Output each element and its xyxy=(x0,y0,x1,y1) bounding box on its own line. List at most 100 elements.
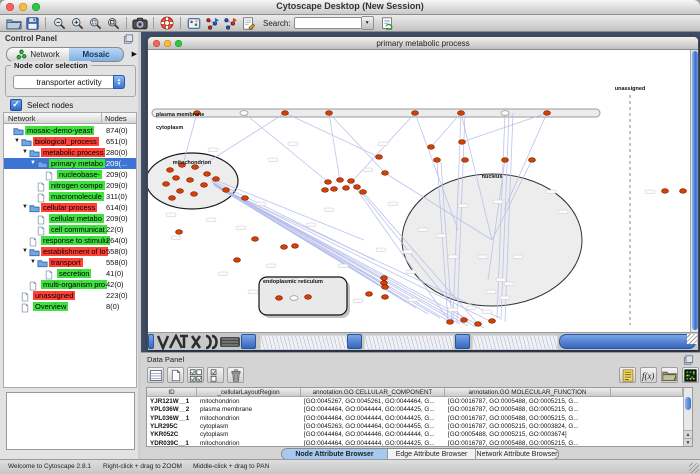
table-cell[interactable]: mitochondrion xyxy=(197,415,301,423)
window-resize-grip[interactable] xyxy=(687,334,697,344)
network-node[interactable] xyxy=(252,237,259,242)
network-node[interactable] xyxy=(376,155,383,160)
network-node[interactable] xyxy=(489,319,496,324)
float-panel-icon[interactable] xyxy=(683,355,694,365)
column-header[interactable]: ID xyxy=(147,388,197,397)
network-node[interactable] xyxy=(343,186,350,191)
tab-network-attribute-browser[interactable]: Network Attribute Browser xyxy=(476,449,558,459)
network-node[interactable] xyxy=(337,178,344,183)
network-node[interactable] xyxy=(322,188,329,193)
tree-col-nodes[interactable]: Nodes xyxy=(105,114,127,123)
attribute-table-button[interactable] xyxy=(147,367,164,383)
network-bottom-scroll-area[interactable] xyxy=(148,332,698,350)
network-node[interactable] xyxy=(428,145,435,150)
tree-row-multi-organism-pro[interactable]: multi-organism pro42(0) xyxy=(4,279,136,290)
network-node[interactable] xyxy=(169,196,176,201)
tree-row-nitrogen-compo[interactable]: nitrogen compo209(0) xyxy=(4,180,136,191)
zoom-in-button[interactable] xyxy=(68,16,86,31)
birdseye-view[interactable] xyxy=(6,392,135,450)
table-cell[interactable]: [GO:0044464, GO:0044446, GO:0044444, G..… xyxy=(301,431,445,439)
hscroll-bar[interactable] xyxy=(559,334,696,349)
expand-arrow-icon[interactable]: ▼ xyxy=(30,160,36,167)
network-node[interactable] xyxy=(326,111,333,116)
search-advanced-button[interactable] xyxy=(379,16,397,31)
network-node[interactable] xyxy=(242,196,249,201)
column-header[interactable]: _cellularLayoutRegion xyxy=(197,388,301,397)
expand-arrow-icon[interactable]: ▼ xyxy=(22,149,28,156)
column-header[interactable]: annotation.GO MOLECULAR_FUNCTION xyxy=(445,388,611,397)
hscroll-thumb[interactable] xyxy=(455,334,470,349)
network-node[interactable] xyxy=(173,176,180,181)
overview-button[interactable] xyxy=(185,16,203,31)
table-cell[interactable]: [GO:0005488, GO:0005215, GO:0003674] xyxy=(445,431,611,439)
tree-row-unassigned[interactable]: unassigned223(0) xyxy=(4,290,136,301)
expand-arrow-icon[interactable]: ▼ xyxy=(30,259,36,266)
tree-row-mosaic-demo-yeast[interactable]: mosaic-demo-yeast874(0) xyxy=(4,125,136,136)
tree-row-macromolecule[interactable]: macromolecule311(0) xyxy=(4,191,136,202)
network-node[interactable] xyxy=(544,111,551,116)
network-node[interactable] xyxy=(366,292,373,297)
network-node[interactable] xyxy=(354,185,361,190)
network-node[interactable] xyxy=(177,189,184,194)
tree-row-cellular-process[interactable]: ▼cellular process614(0) xyxy=(4,202,136,213)
import-attributes-button[interactable] xyxy=(661,367,678,383)
new-attribute-button[interactable] xyxy=(167,367,184,383)
tree-row-biological-process[interactable]: ▼biological_process651(0) xyxy=(4,136,136,147)
network-node[interactable] xyxy=(680,189,687,194)
tree-row-primary-metabo[interactable]: ▼primary metabo209(... xyxy=(4,158,136,169)
network-node[interactable] xyxy=(529,158,536,163)
tree-row-metabolic-process[interactable]: ▼metabolic process280(0) xyxy=(4,147,136,158)
table-cell[interactable]: mitochondrion xyxy=(197,398,301,406)
network-node[interactable] xyxy=(348,179,355,184)
tree-row-cellular-metabo[interactable]: cellular metabo209(0) xyxy=(4,213,136,224)
network-node[interactable] xyxy=(234,258,241,263)
network-node[interactable] xyxy=(360,190,367,195)
open-folder-button[interactable] xyxy=(5,16,23,31)
tree-row-transport[interactable]: ▼transport558(0) xyxy=(4,257,136,268)
node-color-dropdown[interactable]: transporter activity ▲▼ xyxy=(13,75,125,89)
dropdown-stepper-icon[interactable]: ▲▼ xyxy=(113,75,125,89)
network-node[interactable] xyxy=(447,320,454,325)
network-node[interactable] xyxy=(461,318,468,323)
tree-row-establishment-of-lo[interactable]: ▼establishment of lo558(0) xyxy=(4,246,136,257)
unselect-attributes-button[interactable] xyxy=(207,367,224,383)
tree-row-response-to-stimulu[interactable]: response to stimulu264(0) xyxy=(4,235,136,246)
table-cell[interactable]: mitochondrion xyxy=(197,440,301,448)
table-cell[interactable]: [GO:0045267, GO:0045261, GO:0044464, G..… xyxy=(301,398,445,406)
table-cell[interactable]: plasma membrane xyxy=(197,406,301,414)
delete-attribute-button[interactable] xyxy=(227,367,244,383)
network-node[interactable] xyxy=(305,295,312,300)
create-view-red-button[interactable] xyxy=(203,16,221,31)
network-node[interactable] xyxy=(176,230,183,235)
network-vertical-scrollbar[interactable] xyxy=(690,50,698,332)
table-cell[interactable]: YDR039C__1 xyxy=(147,440,197,448)
table-cell[interactable]: [GO:0044464, GO:0044444, GO:0044425, G..… xyxy=(301,406,445,414)
network-node[interactable] xyxy=(502,158,509,163)
tree-row-cell-communicat[interactable]: cell communicat22(0) xyxy=(4,224,136,235)
tab-edge-attribute-browser[interactable]: Edge Attribute Browser xyxy=(388,449,476,459)
tab-mosaic[interactable]: Mosaic xyxy=(69,47,124,62)
network-node-unmapped[interactable] xyxy=(290,296,298,301)
network-node[interactable] xyxy=(382,295,389,300)
zoom-fit-button[interactable] xyxy=(104,16,122,31)
table-scrollbar[interactable]: ▲ ▼ xyxy=(683,388,692,446)
table-cell[interactable]: [GO:0016787, GO:0005215, GO:0003824, G..… xyxy=(445,423,611,431)
attribute-matrix-button[interactable] xyxy=(682,367,699,383)
tree-row-secretion[interactable]: secretion41(0) xyxy=(4,268,136,279)
create-view-blue-button[interactable] xyxy=(221,16,239,31)
tab-overflow-arrow-icon[interactable]: ▶ xyxy=(132,50,137,58)
table-cell[interactable]: [GO:0016787, GO:0005488, GO:0005215, G..… xyxy=(445,398,611,406)
table-cell[interactable]: YPL036W__1 xyxy=(147,415,197,423)
expand-arrow-icon[interactable]: ▼ xyxy=(22,248,28,255)
network-node[interactable] xyxy=(223,188,230,193)
network-node[interactable] xyxy=(325,180,332,185)
zoom-region-button[interactable] xyxy=(86,16,104,31)
table-cell[interactable]: YLR295C xyxy=(147,423,197,431)
tree-header[interactable]: Network Nodes xyxy=(4,113,136,124)
network-node[interactable] xyxy=(204,172,211,177)
table-cell[interactable]: YPL036W__2 xyxy=(147,406,197,414)
save-button[interactable] xyxy=(23,16,41,31)
hscroll-thumb[interactable] xyxy=(347,334,362,349)
search-dropdown-arrow-icon[interactable]: ▼ xyxy=(362,16,374,30)
table-cell[interactable]: [GO:0016787, GO:0005488, GO:0005215, G..… xyxy=(445,440,611,448)
